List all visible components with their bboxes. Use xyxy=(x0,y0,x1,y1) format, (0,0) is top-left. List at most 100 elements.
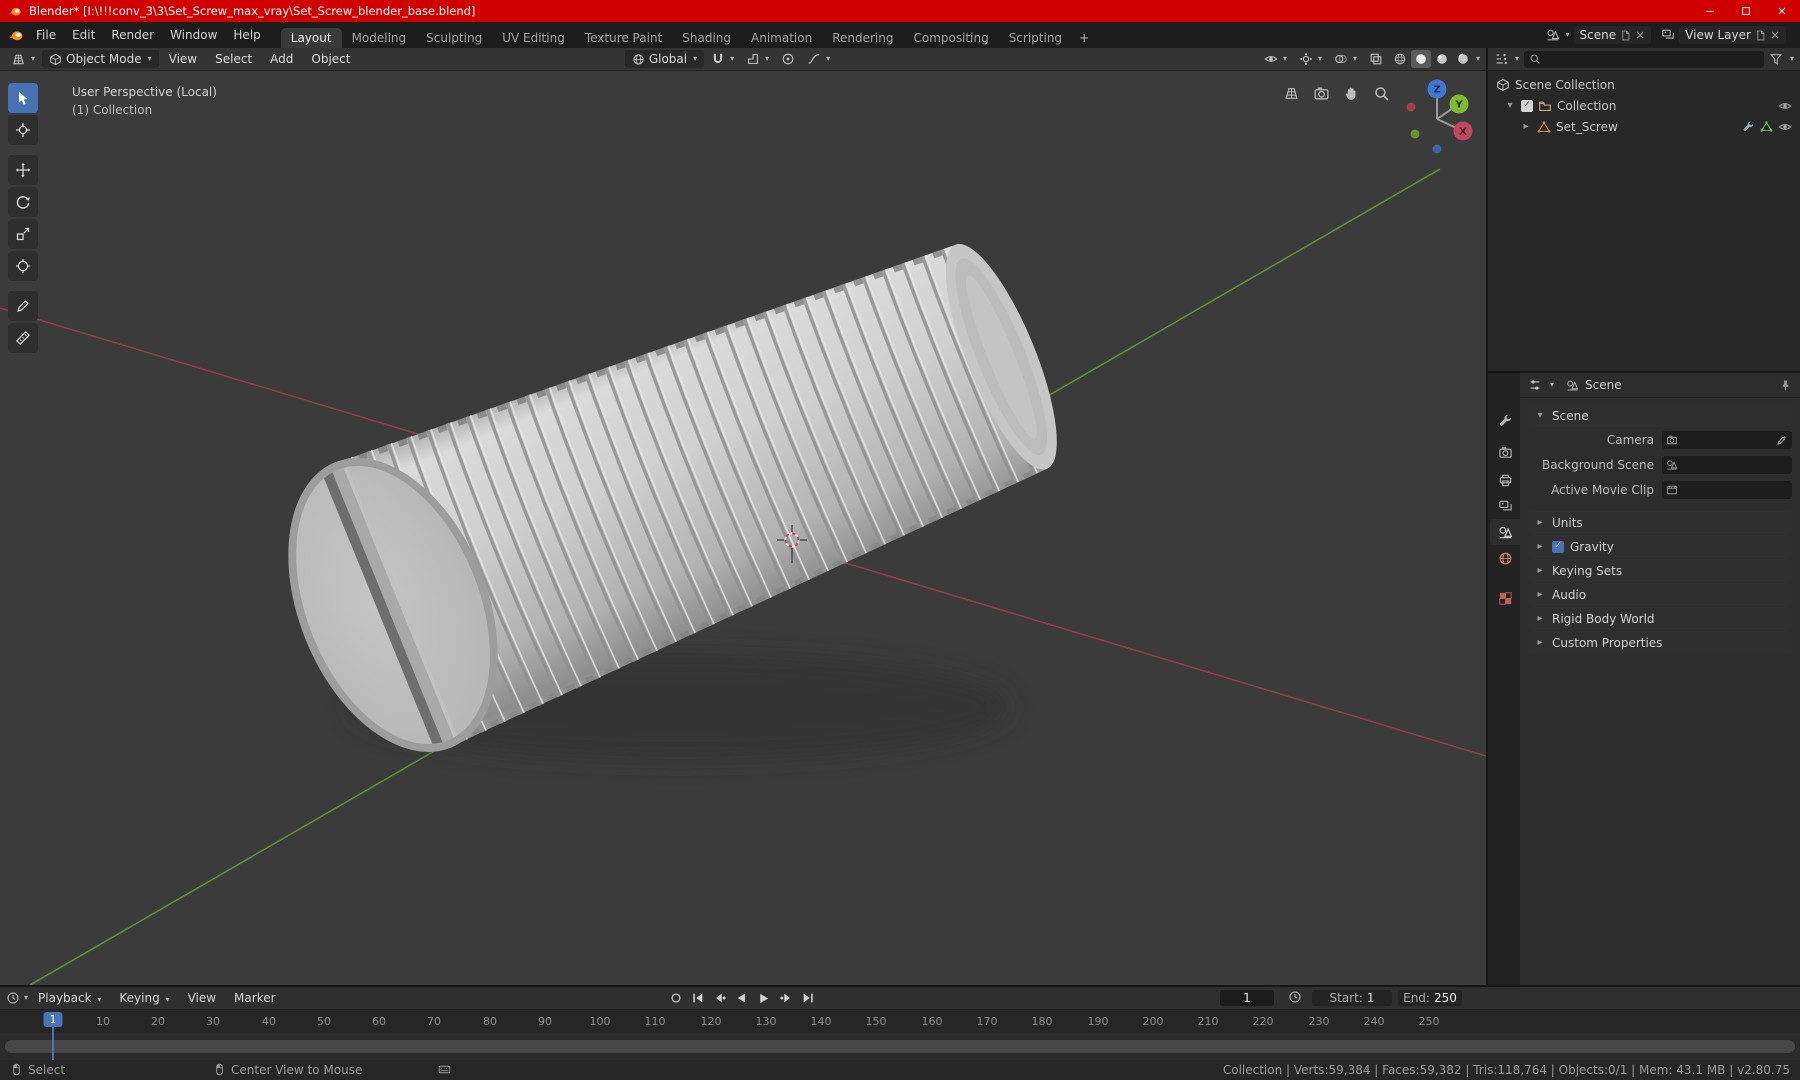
playhead-line[interactable] xyxy=(52,1027,54,1060)
zoom-magnifier-icon[interactable] xyxy=(1373,85,1390,102)
workspace-tab-animation[interactable]: Animation xyxy=(741,28,822,48)
viewport-canvas[interactable] xyxy=(0,71,1486,985)
snap-toggle[interactable]: ▾ xyxy=(706,50,739,68)
tool-cursor[interactable] xyxy=(8,115,38,145)
workspace-tab-modeling[interactable]: Modeling xyxy=(342,28,417,48)
menu-playback[interactable]: Playback ▾ xyxy=(30,988,109,1008)
play-button[interactable] xyxy=(754,989,773,1007)
tab-output[interactable] xyxy=(1490,467,1520,493)
section-rigid-body-world[interactable]: ▸ Rigid Body World xyxy=(1528,607,1792,630)
section-gravity[interactable]: ▸ ✓ Gravity xyxy=(1528,535,1792,558)
hide-eye-icon[interactable] xyxy=(1778,99,1792,113)
outliner-search-input[interactable] xyxy=(1545,52,1759,66)
menu-tl-view[interactable]: View xyxy=(180,988,224,1008)
section-keying-sets[interactable]: ▸ Keying Sets xyxy=(1528,559,1792,582)
close-button[interactable] xyxy=(1764,0,1800,22)
view-layer-icon[interactable] xyxy=(1661,28,1675,42)
add-workspace-button[interactable]: + xyxy=(1072,28,1096,48)
gizmo-neg-y-dot[interactable] xyxy=(1410,129,1420,139)
jump-to-end-button[interactable] xyxy=(798,989,817,1007)
mesh-data-icon[interactable] xyxy=(1760,120,1773,133)
menu-edit[interactable]: Edit xyxy=(64,25,103,45)
outliner-editor-icon[interactable] xyxy=(1494,52,1508,66)
next-keyframe-button[interactable] xyxy=(776,989,795,1007)
minimize-button[interactable] xyxy=(1692,0,1728,22)
tool-move[interactable] xyxy=(8,155,38,185)
view-layer-field[interactable]: View Layer × xyxy=(1679,26,1786,44)
outliner-row-set-screw[interactable]: ▸ Set_Screw xyxy=(1488,116,1800,137)
outliner-search[interactable] xyxy=(1524,50,1764,68)
section-scene[interactable]: ▾ Scene xyxy=(1528,404,1792,427)
menu-render[interactable]: Render xyxy=(103,25,162,45)
menu-file[interactable]: File xyxy=(28,25,64,45)
timeline-ruler[interactable]: 10 20 30 40 50 60 70 80 90 100 110 120 1… xyxy=(0,1009,1800,1033)
tool-select-box[interactable] xyxy=(8,83,38,113)
workspace-tab-uv-editing[interactable]: UV Editing xyxy=(492,28,575,48)
shading-material-button[interactable] xyxy=(1432,50,1452,68)
gizmo-neg-x-dot[interactable] xyxy=(1406,102,1416,112)
maximize-button[interactable] xyxy=(1728,0,1764,22)
overlays-dropdown[interactable]: ▾ xyxy=(1329,50,1362,68)
tab-view-layer[interactable] xyxy=(1490,493,1520,519)
menu-add[interactable]: Add xyxy=(262,49,301,69)
pan-hand-icon[interactable] xyxy=(1343,85,1360,102)
menu-window[interactable]: Window xyxy=(162,25,225,45)
snap-target-dropdown[interactable]: ▾ xyxy=(741,50,774,68)
tool-transform[interactable] xyxy=(8,251,38,281)
outliner-row-scene-collection[interactable]: Scene Collection xyxy=(1488,74,1800,95)
new-view-layer-icon[interactable] xyxy=(1755,30,1766,41)
section-units[interactable]: ▸ Units xyxy=(1528,511,1792,534)
expand-caret-icon[interactable]: ▸ xyxy=(1520,121,1532,132)
visibility-dropdown[interactable]: ▾ xyxy=(1259,50,1292,68)
eyedropper-icon[interactable] xyxy=(1776,434,1788,446)
perspective-toggle-icon[interactable] xyxy=(1283,85,1300,102)
properties-editor-icon[interactable] xyxy=(1528,378,1542,392)
gizmo-neg-z-dot[interactable] xyxy=(1432,144,1442,154)
modifier-wrench-icon[interactable] xyxy=(1742,120,1755,133)
camera-field[interactable] xyxy=(1662,431,1792,449)
shading-wireframe-button[interactable] xyxy=(1390,50,1410,68)
frame-start-field[interactable]: Start: 1 xyxy=(1312,990,1392,1006)
expand-caret-icon[interactable]: ▾ xyxy=(1504,100,1516,111)
timeline-scrollbar[interactable] xyxy=(5,1040,1795,1053)
jump-to-start-button[interactable] xyxy=(688,989,707,1007)
collection-include-checkbox[interactable]: ✓ xyxy=(1521,99,1533,112)
gravity-checkbox[interactable]: ✓ xyxy=(1552,540,1564,553)
tab-world[interactable] xyxy=(1490,545,1520,571)
remove-view-layer-icon[interactable]: × xyxy=(1770,28,1780,42)
tool-measure[interactable] xyxy=(8,323,38,353)
editor-type-button[interactable]: ▾ xyxy=(6,50,40,69)
workspace-tab-rendering[interactable]: Rendering xyxy=(822,28,903,48)
current-frame-field[interactable]: 1 xyxy=(1220,990,1274,1006)
proportional-falloff-dropdown[interactable]: ▾ xyxy=(802,50,835,68)
workspace-tab-shading[interactable]: Shading xyxy=(672,28,741,48)
proportional-editing-toggle[interactable] xyxy=(776,50,800,68)
playhead-badge[interactable]: 1 xyxy=(43,1012,63,1027)
tab-render[interactable] xyxy=(1490,439,1520,465)
background-scene-field[interactable] xyxy=(1662,456,1792,474)
workspace-tab-scripting[interactable]: Scripting xyxy=(999,28,1072,48)
outliner-row-collection[interactable]: ▾ ✓ Collection xyxy=(1488,95,1800,116)
menu-object[interactable]: Object xyxy=(303,49,358,69)
timeline-editor-icon[interactable] xyxy=(6,991,20,1005)
scene-browse-icon[interactable] xyxy=(1546,28,1560,42)
tab-tool[interactable] xyxy=(1490,407,1520,433)
menu-select[interactable]: Select xyxy=(207,49,260,69)
menu-view[interactable]: View xyxy=(161,49,205,69)
tab-texture[interactable] xyxy=(1490,585,1520,611)
workspace-tab-compositing[interactable]: Compositing xyxy=(903,28,998,48)
blender-menu-icon[interactable] xyxy=(8,27,24,43)
camera-view-icon[interactable] xyxy=(1313,85,1330,102)
menu-marker[interactable]: Marker xyxy=(226,988,283,1008)
transform-orientation-dropdown[interactable]: Global ▾ xyxy=(624,50,705,68)
navigation-gizmo[interactable]: Z Y X xyxy=(1394,73,1480,159)
section-custom-properties[interactable]: ▸ Custom Properties xyxy=(1528,631,1792,654)
tool-rotate[interactable] xyxy=(8,187,38,217)
active-movie-clip-field[interactable] xyxy=(1662,481,1792,499)
auto-key-record-button[interactable] xyxy=(666,989,685,1007)
menu-help[interactable]: Help xyxy=(225,25,268,45)
prev-keyframe-button[interactable] xyxy=(710,989,729,1007)
use-preview-range-icon[interactable] xyxy=(1288,990,1302,1004)
workspace-tab-layout[interactable]: Layout xyxy=(280,28,342,48)
scene-name-field[interactable]: Scene × xyxy=(1573,26,1652,44)
